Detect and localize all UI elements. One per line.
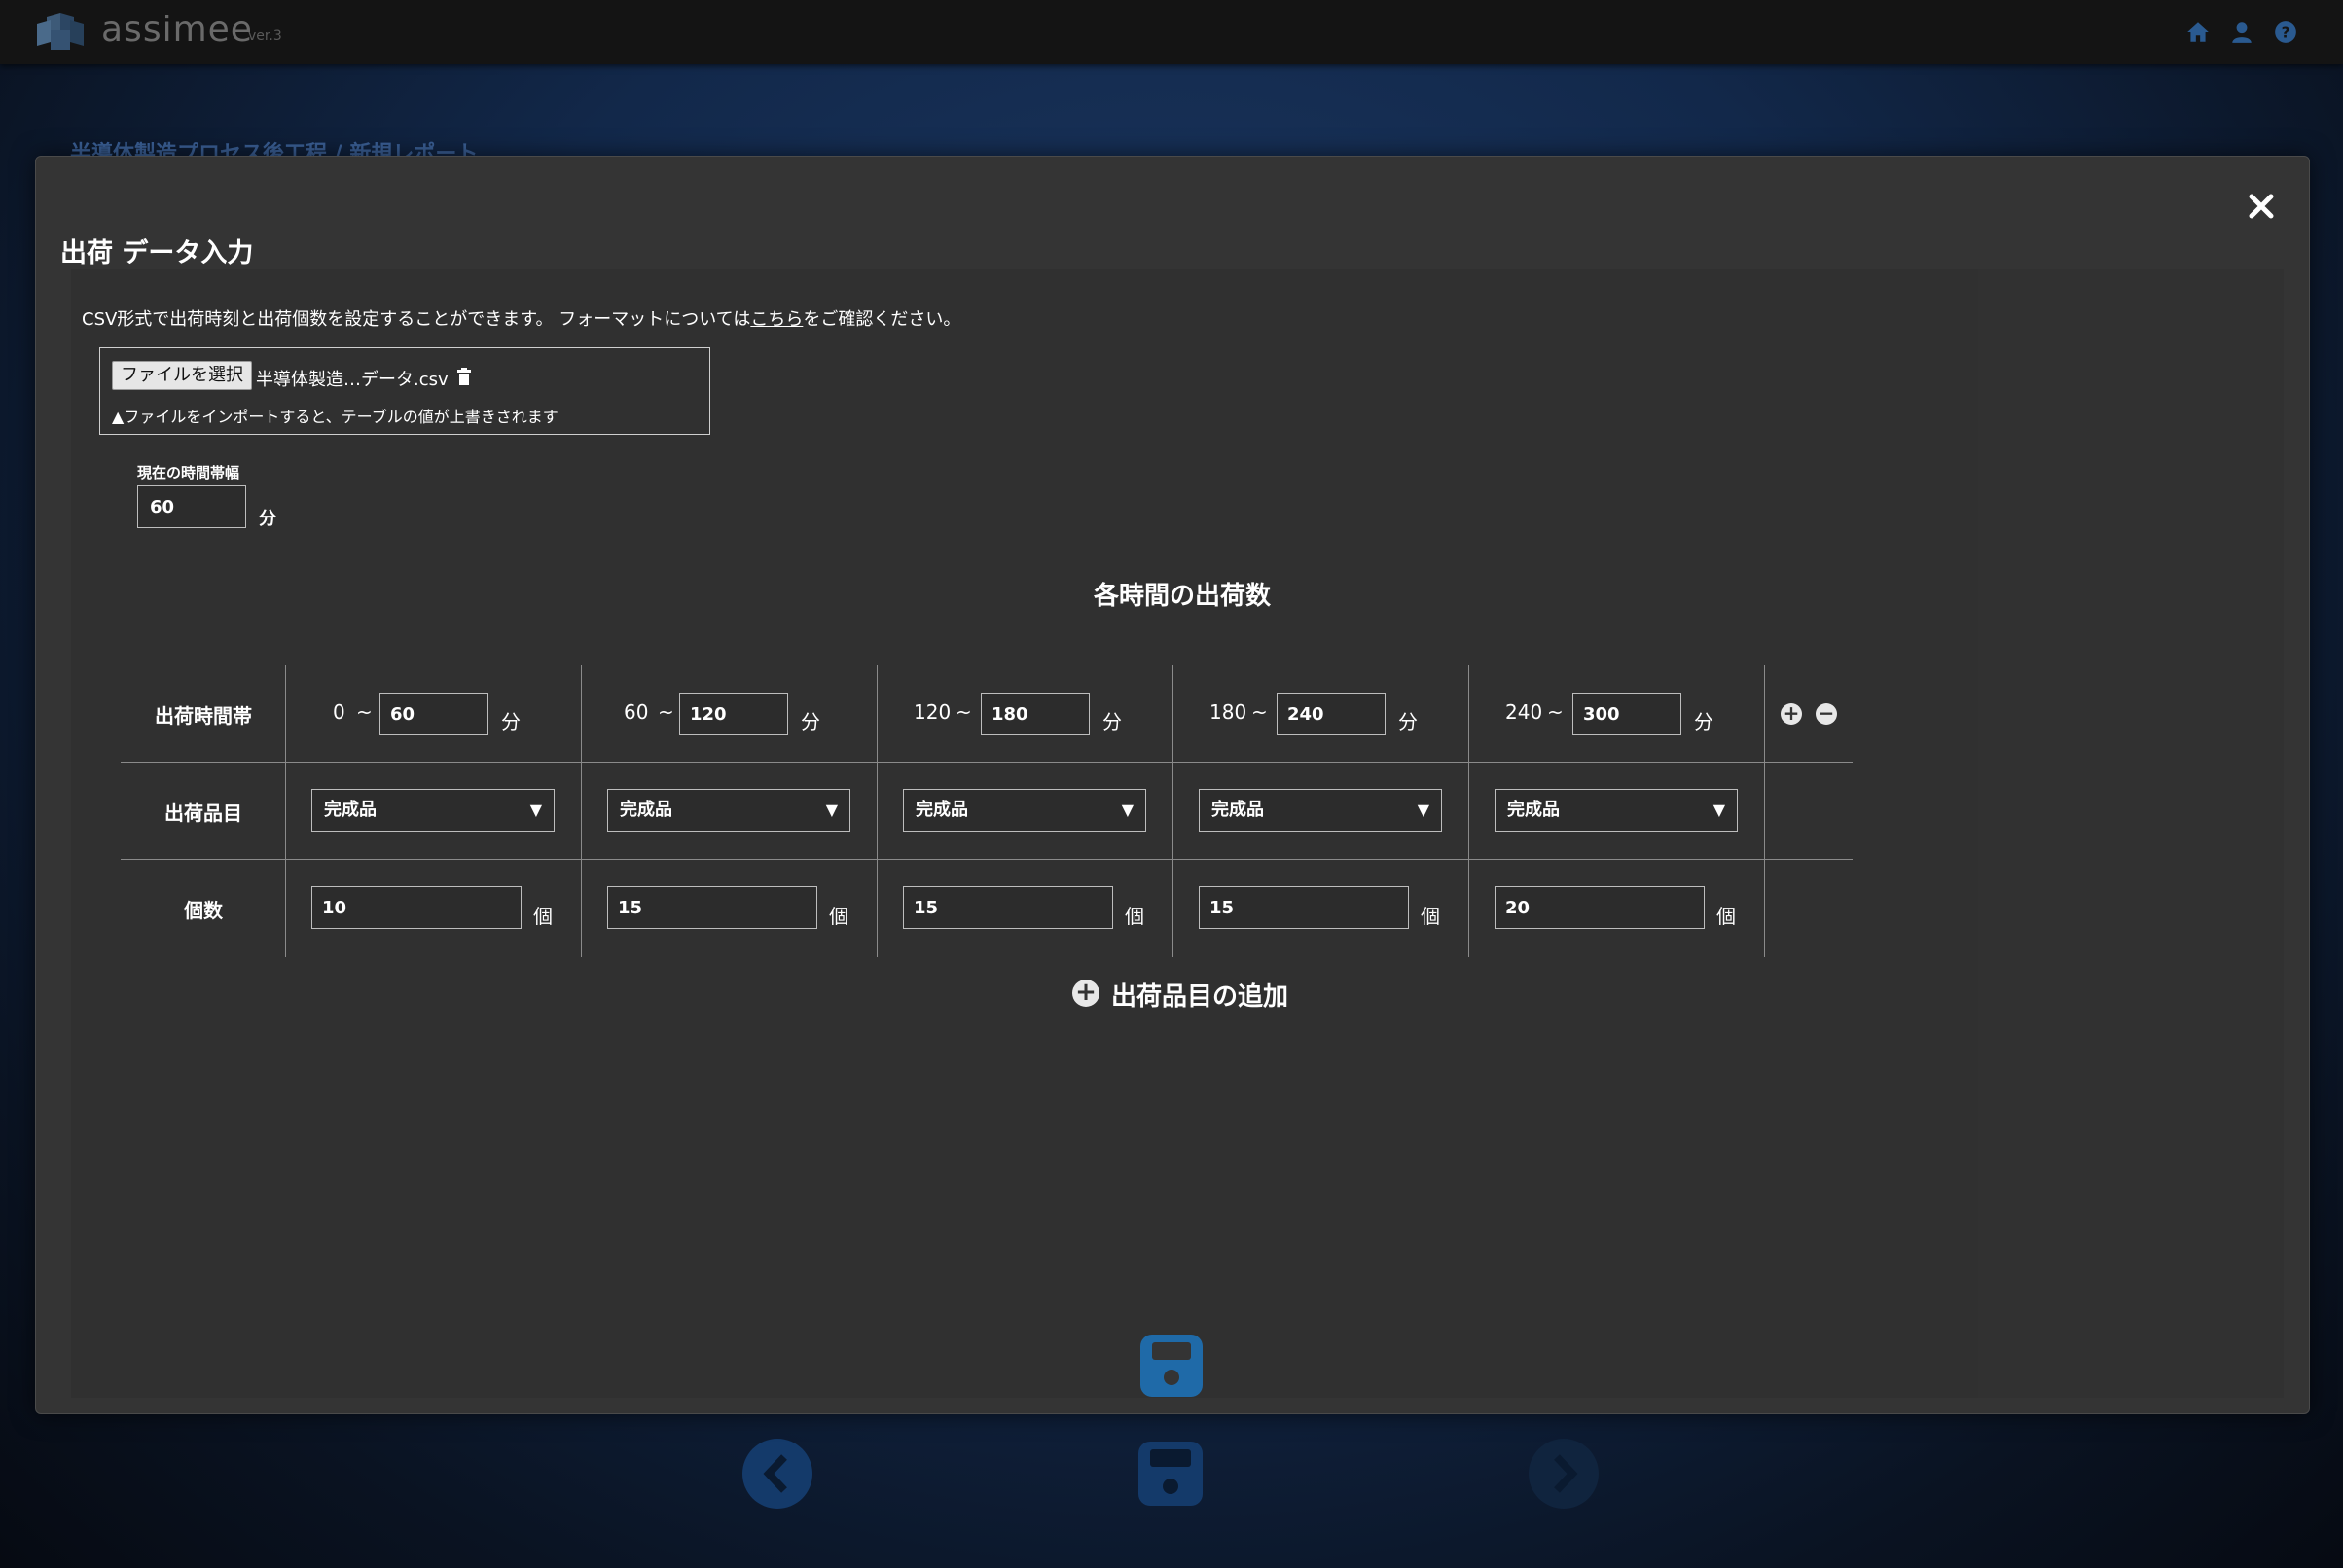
remove-column-minus-icon[interactable]: −	[1816, 703, 1837, 725]
time-start: 120	[914, 700, 952, 724]
time-end-input[interactable]	[1277, 693, 1386, 735]
row-label-item: 出荷品目	[164, 802, 242, 825]
tilde: ~	[356, 700, 373, 724]
tilde: ~	[1547, 700, 1564, 724]
help-icon[interactable]: ?	[2273, 19, 2298, 45]
forward-nav-icon[interactable]	[1528, 1438, 1600, 1510]
count-input[interactable]	[311, 886, 522, 929]
minute-unit: 分	[1102, 710, 1122, 733]
assimee-logo-icon	[37, 13, 84, 50]
background-save-icon[interactable]	[1135, 1438, 1207, 1510]
item-select[interactable]: 完成品 ▼	[903, 789, 1146, 832]
back-nav-icon[interactable]	[741, 1438, 813, 1510]
item-select[interactable]: 完成品 ▼	[1495, 789, 1738, 832]
table-divider	[1468, 665, 1469, 957]
time-start: 240	[1505, 700, 1543, 724]
selected-file-name: 半導体製造…データ.csv	[256, 370, 449, 390]
tilde: ~	[1251, 700, 1268, 724]
item-select-value: 完成品	[1507, 800, 1560, 820]
add-item-label: 出荷品目の追加	[1111, 982, 1289, 1012]
dropdown-arrow-icon: ▼	[529, 801, 542, 819]
warning-text: ファイルをインポートすると、テーブルの値が上書きされます	[124, 408, 559, 426]
item-select-value: 完成品	[1211, 800, 1264, 820]
minute-unit: 分	[501, 710, 521, 733]
user-icon[interactable]	[2229, 19, 2254, 45]
table-divider	[877, 665, 878, 957]
close-icon[interactable]	[2242, 187, 2281, 226]
time-start: 60	[624, 700, 649, 724]
csv-description: CSV形式で出荷時刻と出荷個数を設定することができます。 フォーマットについては…	[82, 305, 960, 331]
file-import-box: ファイルを選択 半導体製造…データ.csv ▲ファイルをインポートすると、テーブ…	[99, 347, 710, 435]
svg-text:?: ?	[2282, 23, 2290, 41]
section-title: 各時間の出荷数	[1093, 582, 1271, 611]
table-divider	[121, 762, 1853, 763]
count-input[interactable]	[607, 886, 817, 929]
choose-file-button[interactable]: ファイルを選択	[112, 361, 252, 390]
count-unit: 個	[829, 905, 848, 928]
count-input[interactable]	[903, 886, 1113, 929]
table-divider	[581, 665, 582, 957]
time-width-input[interactable]	[137, 485, 246, 528]
item-select-value: 完成品	[916, 800, 968, 820]
item-select[interactable]: 完成品 ▼	[1199, 789, 1442, 832]
trash-icon[interactable]	[456, 368, 472, 385]
count-unit: 個	[533, 905, 553, 928]
item-select[interactable]: 完成品 ▼	[311, 789, 555, 832]
app-version: ver.3	[248, 28, 282, 44]
table-divider	[1172, 665, 1173, 957]
table-divider	[1764, 665, 1765, 957]
time-start: 180	[1209, 700, 1247, 724]
item-select[interactable]: 完成品 ▼	[607, 789, 850, 832]
dropdown-arrow-icon: ▼	[1712, 801, 1725, 819]
top-bar: assimee ver.3 ?	[0, 0, 2343, 64]
dropdown-arrow-icon: ▼	[1417, 801, 1429, 819]
time-end-input[interactable]	[981, 693, 1090, 735]
row-label-time-band: 出荷時間帯	[155, 704, 252, 728]
home-icon[interactable]	[2185, 19, 2211, 45]
description-text: CSV形式で出荷時刻と出荷個数を設定することができます。 フォーマットについては	[82, 309, 751, 330]
tilde: ~	[955, 700, 972, 724]
dropdown-arrow-icon: ▼	[825, 801, 838, 819]
shipment-table: 出荷時間帯 出荷品目 個数 0 ~ 分 完成品 ▼ 個 60 ~ 分 完成品 ▼ 個…	[121, 665, 1853, 957]
warning-icon: ▲	[112, 408, 125, 426]
row-label-count: 個数	[184, 899, 223, 922]
time-end-input[interactable]	[679, 693, 788, 735]
description-text-end: をご確認ください。	[803, 309, 961, 330]
time-width-label: 現在の時間帯幅	[137, 464, 240, 481]
time-width-unit: 分	[259, 509, 276, 529]
count-input[interactable]	[1495, 886, 1705, 929]
minute-unit: 分	[801, 710, 820, 733]
modal-side-panel	[1963, 269, 2284, 1398]
count-unit: 個	[1716, 905, 1736, 928]
item-select-value: 完成品	[324, 800, 377, 820]
time-end-input[interactable]	[379, 693, 488, 735]
format-link[interactable]: こちら	[750, 309, 803, 330]
minute-unit: 分	[1694, 710, 1713, 733]
minute-unit: 分	[1398, 710, 1418, 733]
import-warning: ▲ファイルをインポートすると、テーブルの値が上書きされます	[112, 404, 559, 427]
table-divider	[121, 859, 1853, 860]
item-select-value: 完成品	[620, 800, 672, 820]
modal-title: 出荷 データ入力	[60, 238, 254, 268]
time-end-input[interactable]	[1572, 693, 1681, 735]
dropdown-arrow-icon: ▼	[1121, 801, 1134, 819]
count-input[interactable]	[1199, 886, 1409, 929]
save-icon[interactable]	[1138, 1333, 1205, 1399]
time-start: 0	[333, 700, 345, 724]
count-unit: 個	[1421, 905, 1440, 928]
app-name: assimee	[101, 10, 253, 50]
plus-circle-icon: +	[1072, 980, 1099, 1007]
count-unit: 個	[1125, 905, 1144, 928]
add-column-plus-icon[interactable]: +	[1781, 703, 1802, 725]
tilde: ~	[658, 700, 674, 724]
